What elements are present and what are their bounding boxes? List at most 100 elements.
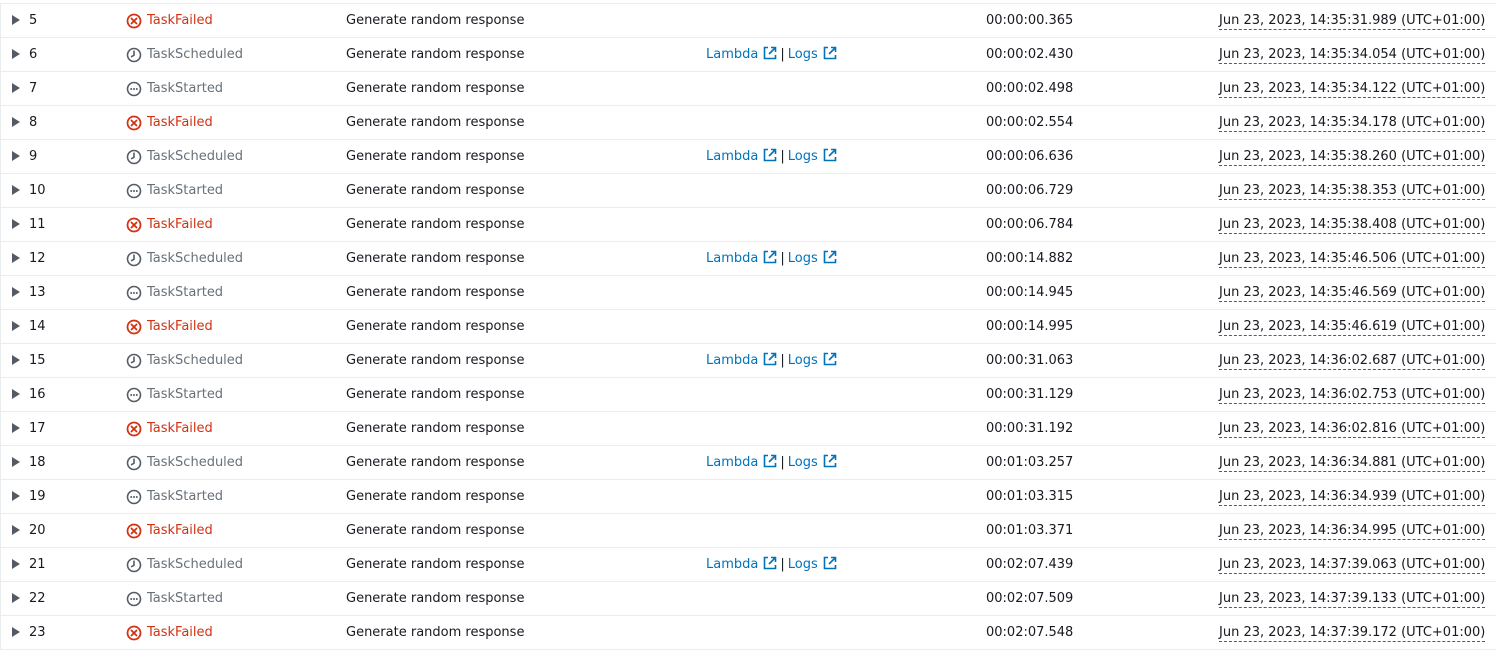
expand-row-toggle[interactable] [12,242,26,275]
expand-row-toggle[interactable] [12,174,26,207]
caret-right-icon[interactable] [12,184,20,195]
caret-right-icon[interactable] [12,286,20,297]
external-link-icon[interactable] [823,46,837,60]
expand-row-toggle[interactable] [12,514,26,547]
timestamp[interactable]: Jun 23, 2023, 14:35:38.353 (UTC+01:00) [1219,174,1486,207]
timestamp-text[interactable]: Jun 23, 2023, 14:36:34.995 (UTC+01:00) [1219,523,1486,540]
timestamp[interactable]: Jun 23, 2023, 14:35:31.989 (UTC+01:00) [1219,4,1486,37]
timestamp-text[interactable]: Jun 23, 2023, 14:35:38.353 (UTC+01:00) [1219,183,1486,200]
logs-link[interactable]: Logs [788,353,818,368]
caret-right-icon[interactable] [12,592,20,603]
timestamp[interactable]: Jun 23, 2023, 14:35:46.569 (UTC+01:00) [1219,276,1486,309]
timestamp-text[interactable]: Jun 23, 2023, 14:35:38.260 (UTC+01:00) [1219,149,1486,166]
lambda-link[interactable]: Lambda [706,47,758,62]
caret-right-icon[interactable] [12,558,20,569]
timestamp-text[interactable]: Jun 23, 2023, 14:35:31.989 (UTC+01:00) [1219,13,1486,30]
caret-right-icon[interactable] [12,626,20,637]
caret-right-icon[interactable] [12,422,20,433]
external-link-icon[interactable] [763,454,777,468]
expand-row-toggle[interactable] [12,344,26,377]
lambda-link[interactable]: Lambda [706,557,758,572]
external-link-icon[interactable] [823,250,837,264]
external-link-icon[interactable] [823,148,837,162]
timestamp-text[interactable]: Jun 23, 2023, 14:36:02.753 (UTC+01:00) [1219,387,1486,404]
caret-right-icon[interactable] [12,218,20,229]
external-link-icon[interactable] [823,352,837,366]
expand-row-toggle[interactable] [12,208,26,241]
timestamp-text[interactable]: Jun 23, 2023, 14:36:02.816 (UTC+01:00) [1219,421,1486,438]
expand-row-toggle[interactable] [12,480,26,513]
expand-row-toggle[interactable] [12,616,26,649]
external-link-icon[interactable] [823,454,837,468]
caret-right-icon[interactable] [12,252,20,263]
timestamp-text[interactable]: Jun 23, 2023, 14:36:34.881 (UTC+01:00) [1219,455,1486,472]
external-link-icon[interactable] [823,556,837,570]
caret-right-icon[interactable] [12,490,20,501]
caret-right-icon[interactable] [12,354,20,365]
timestamp[interactable]: Jun 23, 2023, 14:35:34.054 (UTC+01:00) [1219,38,1486,71]
timestamp-text[interactable]: Jun 23, 2023, 14:35:46.569 (UTC+01:00) [1219,285,1486,302]
logs-link[interactable]: Logs [788,47,818,62]
lambda-link[interactable]: Lambda [706,353,758,368]
caret-right-icon[interactable] [12,320,20,331]
logs-link[interactable]: Logs [788,557,818,572]
expand-row-toggle[interactable] [12,548,26,581]
timestamp[interactable]: Jun 23, 2023, 14:37:39.172 (UTC+01:00) [1219,616,1486,649]
lambda-link[interactable]: Lambda [706,149,758,164]
timestamp[interactable]: Jun 23, 2023, 14:36:34.881 (UTC+01:00) [1219,446,1486,479]
logs-link[interactable]: Logs [788,149,818,164]
caret-right-icon[interactable] [12,524,20,535]
expand-row-toggle[interactable] [12,446,26,479]
caret-right-icon[interactable] [12,82,20,93]
external-link-icon[interactable] [763,352,777,366]
expand-row-toggle[interactable] [12,4,26,37]
timestamp-text[interactable]: Jun 23, 2023, 14:35:46.619 (UTC+01:00) [1219,319,1486,336]
timestamp[interactable]: Jun 23, 2023, 14:36:02.687 (UTC+01:00) [1219,344,1486,377]
timestamp[interactable]: Jun 23, 2023, 14:36:02.816 (UTC+01:00) [1219,412,1486,445]
lambda-link[interactable]: Lambda [706,251,758,266]
timestamp-text[interactable]: Jun 23, 2023, 14:37:39.133 (UTC+01:00) [1219,591,1486,608]
external-link-icon[interactable] [763,46,777,60]
timestamp-text[interactable]: Jun 23, 2023, 14:35:34.122 (UTC+01:00) [1219,81,1486,98]
timestamp[interactable]: Jun 23, 2023, 14:35:34.122 (UTC+01:00) [1219,72,1486,105]
timestamp-text[interactable]: Jun 23, 2023, 14:37:39.063 (UTC+01:00) [1219,557,1486,574]
timestamp[interactable]: Jun 23, 2023, 14:35:38.260 (UTC+01:00) [1219,140,1486,173]
caret-right-icon[interactable] [12,48,20,59]
timestamp[interactable]: Jun 23, 2023, 14:35:38.408 (UTC+01:00) [1219,208,1486,241]
timestamp-text[interactable]: Jun 23, 2023, 14:36:02.687 (UTC+01:00) [1219,353,1486,370]
external-link-icon[interactable] [763,250,777,264]
timestamp[interactable]: Jun 23, 2023, 14:37:39.133 (UTC+01:00) [1219,582,1486,615]
expand-row-toggle[interactable] [12,276,26,309]
expand-row-toggle[interactable] [12,106,26,139]
timestamp-text[interactable]: Jun 23, 2023, 14:36:34.939 (UTC+01:00) [1219,489,1486,506]
logs-link[interactable]: Logs [788,251,818,266]
timestamp[interactable]: Jun 23, 2023, 14:37:39.063 (UTC+01:00) [1219,548,1486,581]
timestamp[interactable]: Jun 23, 2023, 14:35:34.178 (UTC+01:00) [1219,106,1486,139]
caret-right-icon[interactable] [12,116,20,127]
caret-right-icon[interactable] [12,150,20,161]
expand-row-toggle[interactable] [12,38,26,71]
timestamp[interactable]: Jun 23, 2023, 14:36:34.995 (UTC+01:00) [1219,514,1486,547]
timestamp-text[interactable]: Jun 23, 2023, 14:35:34.178 (UTC+01:00) [1219,115,1486,132]
timestamp[interactable]: Jun 23, 2023, 14:35:46.506 (UTC+01:00) [1219,242,1486,275]
timestamp-text[interactable]: Jun 23, 2023, 14:35:46.506 (UTC+01:00) [1219,251,1486,268]
expand-row-toggle[interactable] [12,72,26,105]
expand-row-toggle[interactable] [12,378,26,411]
timestamp[interactable]: Jun 23, 2023, 14:36:02.753 (UTC+01:00) [1219,378,1486,411]
timestamp[interactable]: Jun 23, 2023, 14:36:34.939 (UTC+01:00) [1219,480,1486,513]
expand-row-toggle[interactable] [12,412,26,445]
external-link-icon[interactable] [763,148,777,162]
lambda-link[interactable]: Lambda [706,455,758,470]
external-link-icon[interactable] [763,556,777,570]
caret-right-icon[interactable] [12,456,20,467]
caret-right-icon[interactable] [12,14,20,25]
logs-link[interactable]: Logs [788,455,818,470]
timestamp-text[interactable]: Jun 23, 2023, 14:35:38.408 (UTC+01:00) [1219,217,1486,234]
caret-right-icon[interactable] [12,388,20,399]
expand-row-toggle[interactable] [12,582,26,615]
timestamp[interactable]: Jun 23, 2023, 14:35:46.619 (UTC+01:00) [1219,310,1486,343]
timestamp-text[interactable]: Jun 23, 2023, 14:35:34.054 (UTC+01:00) [1219,47,1486,64]
expand-row-toggle[interactable] [12,140,26,173]
timestamp-text[interactable]: Jun 23, 2023, 14:37:39.172 (UTC+01:00) [1219,625,1486,642]
expand-row-toggle[interactable] [12,310,26,343]
